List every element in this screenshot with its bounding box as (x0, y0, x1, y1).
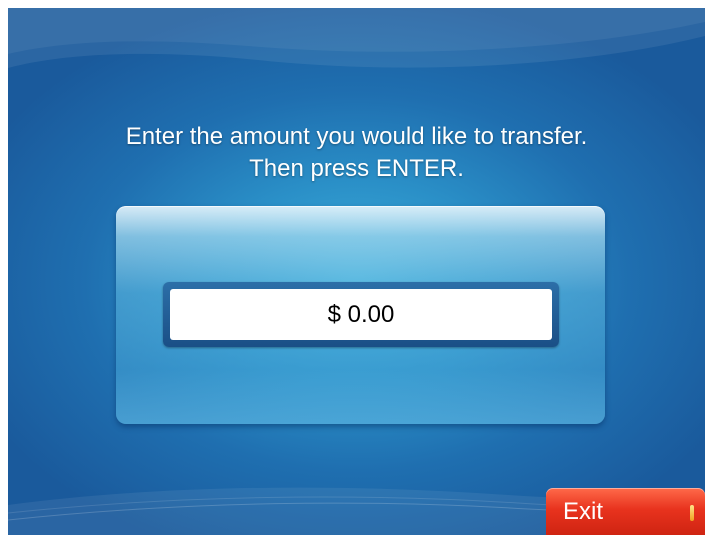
instruction-line-1: Enter the amount you would like to trans… (125, 123, 588, 150)
amount-panel: $ 0.00 (116, 206, 605, 424)
atm-screen: Enter the amount you would like to trans… (8, 8, 705, 535)
instruction-line-2: Then press ENTER. (249, 155, 464, 182)
exit-button[interactable]: Exit (546, 488, 705, 535)
amount-field-frame: $ 0.00 (163, 282, 559, 347)
exit-button-label: Exit (563, 498, 604, 525)
top-wave-decoration (8, 8, 705, 68)
amount-field[interactable]: $ 0.00 (170, 289, 552, 340)
instruction-text: Enter the amount you would like to trans… (8, 121, 705, 185)
exit-indicator-icon (690, 505, 694, 521)
